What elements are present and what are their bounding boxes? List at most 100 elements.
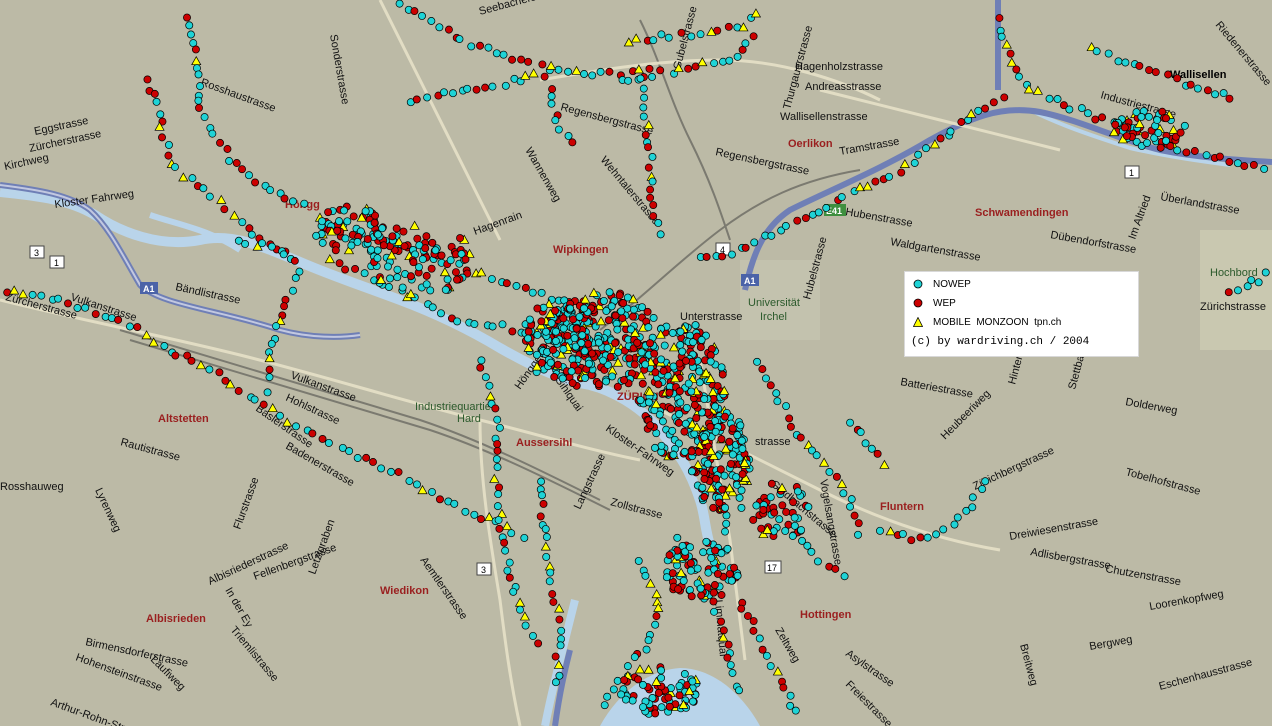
- nowep-access-point-marker: [289, 197, 297, 206]
- nowep-access-point-marker: [594, 338, 603, 347]
- shield-1-west: 1: [49, 255, 65, 269]
- wep-access-point-marker: [1240, 162, 1249, 171]
- district-hottingen: Hottingen: [800, 609, 852, 621]
- nowep-access-point-marker: [566, 304, 575, 313]
- nowep-access-point-marker: [279, 250, 288, 259]
- wep-access-point-marker: [644, 143, 652, 152]
- nowep-access-point-marker: [449, 89, 457, 98]
- nowep-access-point-marker: [613, 676, 622, 685]
- nowep-access-point-marker: [649, 313, 658, 322]
- nowep-access-point-marker: [914, 150, 923, 159]
- nowep-access-point-marker: [564, 132, 573, 140]
- nowep-access-point-marker: [837, 193, 846, 202]
- wep-access-point-marker: [251, 178, 260, 187]
- wep-access-point-marker: [318, 435, 327, 443]
- wep-access-point-marker: [638, 379, 647, 388]
- svg-text:1: 1: [54, 258, 59, 268]
- nowep-access-point-marker: [804, 502, 813, 511]
- wep-access-point-marker: [1164, 70, 1173, 79]
- nowep-access-point-marker: [435, 23, 444, 32]
- nowep-access-point-marker: [387, 467, 396, 476]
- nowep-access-point-marker: [825, 468, 834, 476]
- nowep-access-point-marker: [617, 307, 626, 316]
- wep-access-point-marker: [456, 234, 464, 243]
- nowep-access-point-marker: [1254, 278, 1263, 287]
- nowep-access-point-marker: [443, 275, 452, 284]
- nowep-access-point-marker: [525, 315, 534, 324]
- wep-access-point-marker: [1182, 148, 1191, 157]
- wep-access-point-marker: [550, 373, 559, 381]
- wep-access-point-marker: [451, 268, 460, 277]
- wep-access-point-marker: [725, 570, 734, 579]
- nowep-access-point-marker: [418, 255, 427, 264]
- nowep-access-point-marker: [367, 245, 376, 254]
- nowep-access-point-marker: [1153, 116, 1162, 124]
- nowep-access-point-marker: [1084, 109, 1092, 118]
- nowep-access-point-marker: [194, 96, 203, 105]
- nowep-access-point-marker: [516, 605, 524, 614]
- svg-text:3: 3: [481, 565, 486, 575]
- wep-access-point-marker: [400, 242, 409, 251]
- wep-access-point-marker: [793, 216, 802, 225]
- wep-access-point-marker: [674, 585, 683, 594]
- nowep-access-point-marker: [1015, 72, 1023, 81]
- nowep-access-point-marker: [755, 634, 764, 643]
- nowep-access-point-marker: [846, 418, 855, 427]
- wep-access-point-marker: [709, 588, 718, 597]
- wep-access-point-marker: [957, 118, 966, 126]
- nowep-access-point-marker: [520, 533, 529, 542]
- wep-access-point-marker: [491, 404, 500, 413]
- wep-access-point-marker: [620, 676, 629, 684]
- wep-access-point-marker: [187, 356, 196, 365]
- wep-access-point-marker: [559, 314, 568, 323]
- nowep-access-point-marker: [492, 455, 501, 464]
- nowep-access-point-marker: [1092, 47, 1101, 56]
- wep-access-point-marker: [505, 573, 514, 582]
- nowep-access-point-marker: [547, 319, 556, 328]
- wep-access-point-marker: [749, 32, 758, 41]
- nowep-access-point-marker: [1247, 276, 1256, 285]
- nowep-access-point-marker: [953, 513, 962, 522]
- nowep-access-point-marker: [378, 224, 387, 233]
- nowep-access-point-marker: [639, 680, 647, 689]
- wep-access-point-marker: [524, 327, 533, 336]
- nowep-access-point-marker: [698, 483, 707, 492]
- wep-access-point-marker: [453, 275, 461, 284]
- nowep-access-point-marker: [1104, 49, 1113, 58]
- wep-access-point-marker: [495, 483, 503, 492]
- nowep-access-point-marker: [453, 317, 462, 326]
- wep-access-point-marker: [629, 312, 637, 321]
- wep-access-point-marker: [725, 437, 734, 446]
- wep-access-point-marker: [150, 89, 159, 98]
- wep-access-point-marker: [738, 470, 747, 479]
- wep-access-point-marker: [684, 64, 693, 73]
- nowep-access-point-marker: [467, 42, 476, 51]
- nowep-access-point-marker: [807, 547, 816, 556]
- district-wiedikon: Wiedikon: [380, 585, 429, 597]
- nowep-access-point-marker: [608, 372, 617, 381]
- nowep-access-point-marker: [373, 246, 382, 255]
- wep-access-point-marker: [379, 241, 388, 250]
- nowep-access-point-marker: [722, 519, 731, 528]
- wep-access-point-marker: [588, 349, 597, 358]
- nowep-access-point-marker: [639, 103, 648, 112]
- nowep-access-point-marker: [629, 305, 638, 314]
- nowep-access-point-marker: [1065, 105, 1074, 114]
- nowep-access-point-marker: [318, 238, 327, 247]
- nowep-access-point-marker: [498, 320, 507, 329]
- nowep-access-point-marker: [343, 217, 352, 226]
- nowep-access-point-marker: [551, 337, 560, 345]
- nowep-access-point-marker: [187, 30, 195, 39]
- wep-access-point-marker: [281, 295, 290, 304]
- svg-text:3: 3: [34, 248, 39, 258]
- wep-access-point-marker: [646, 421, 655, 430]
- nowep-access-point-marker: [507, 529, 516, 538]
- wep-access-point-marker: [399, 227, 408, 236]
- place-industriequartier: Industriequartier: [415, 401, 495, 413]
- nowep-access-point-marker: [675, 682, 684, 690]
- legend-entry-nowep: NOWEP: [913, 276, 971, 292]
- wep-access-point-marker: [796, 433, 805, 442]
- wep-access-point-marker: [786, 422, 795, 431]
- nowep-access-point-marker: [481, 373, 490, 382]
- wep-access-point-marker: [659, 366, 668, 375]
